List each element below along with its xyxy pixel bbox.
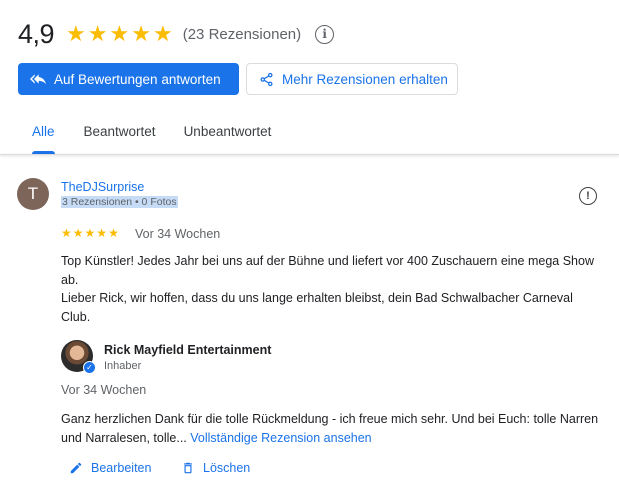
star-icon: ★ — [131, 21, 151, 46]
review-stars: ★ ★ ★ ★ ★ — [61, 227, 119, 239]
star-icon: ★ — [61, 226, 72, 240]
rating-stars: ★ ★ ★ ★ ★ — [66, 23, 173, 45]
average-rating: 4,9 — [18, 18, 55, 49]
review-text: Top Künstler! Jedes Jahr bei uns auf der… — [61, 252, 601, 326]
full-review-link[interactable]: Vollständige Rezension ansehen — [190, 431, 371, 445]
info-icon[interactable]: i — [315, 24, 335, 44]
star-icon: ★ — [96, 226, 108, 240]
review-time: Vor 34 Wochen — [135, 227, 221, 241]
pencil-icon — [70, 462, 82, 474]
reply-to-reviews-button[interactable]: Auf Bewertungen antworten — [18, 63, 239, 95]
tab-all[interactable]: Alle — [18, 118, 69, 154]
rating-summary: 4,9 ★ ★ ★ ★ ★ (23 Rezensionen) i — [18, 16, 335, 52]
star-icon: ★ — [84, 226, 96, 240]
reply-all-icon — [30, 74, 46, 85]
edit-reply-label: Bearbeiten — [91, 461, 152, 475]
star-icon: ★ — [109, 21, 130, 46]
delete-reply-label: Löschen — [203, 461, 251, 475]
get-more-reviews-button[interactable]: Mehr Rezensionen erhalten — [246, 63, 458, 95]
review-count: (23 Rezensionen) — [182, 25, 302, 43]
verified-check-icon: ✓ — [83, 361, 96, 374]
reviewer-avatar[interactable]: T — [17, 178, 49, 210]
review-tabs: Alle Beantwortet Unbeantwortet — [18, 118, 285, 154]
star-icon: ★ — [152, 21, 173, 46]
reviewer-name[interactable]: TheDJSurprise — [61, 180, 144, 194]
trash-icon — [183, 462, 193, 474]
owner-name: Rick Mayfield Entertainment — [104, 343, 272, 357]
star-icon: ★ — [66, 21, 86, 46]
tab-unanswered[interactable]: Unbeantwortet — [170, 118, 286, 154]
report-icon[interactable]: ! — [579, 187, 597, 205]
get-more-reviews-label: Mehr Rezensionen erhalten — [282, 71, 448, 87]
reply-to-reviews-label: Auf Bewertungen antworten — [54, 71, 221, 87]
reply-time: Vor 34 Wochen — [61, 383, 147, 397]
owner-role: Inhaber — [104, 360, 142, 372]
star-icon: ★ — [87, 21, 108, 46]
review-text-line: Top Künstler! Jedes Jahr bei uns auf der… — [61, 254, 594, 287]
edit-reply-button[interactable]: Bearbeiten — [69, 461, 151, 475]
tabs-divider — [0, 154, 619, 155]
reply-text: Ganz herzlichen Dank für die tolle Rückm… — [61, 410, 601, 447]
star-icon: ★ — [72, 226, 84, 240]
share-icon — [260, 72, 273, 86]
star-icon: ★ — [108, 226, 119, 240]
reviewer-meta: 3 Rezensionen • 0 Fotos — [61, 196, 178, 208]
delete-reply-button[interactable]: Löschen — [181, 461, 250, 475]
tab-answered[interactable]: Beantwortet — [69, 118, 170, 154]
review-text-line: Lieber Rick, wir hoffen, dass du uns lan… — [61, 291, 573, 324]
